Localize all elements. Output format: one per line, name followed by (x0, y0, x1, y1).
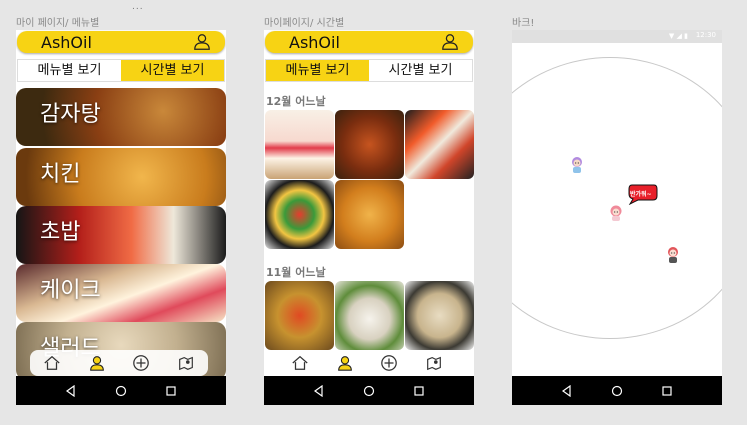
plus-circle-icon[interactable] (380, 354, 398, 372)
avatar-pink[interactable] (608, 204, 624, 222)
tab-by-time[interactable]: 시간별 보기 (369, 60, 472, 81)
frame-label-menu: 마이 페이지/ 메뉴별 (16, 18, 100, 29)
android-nav-bar (16, 376, 226, 405)
recents-square-icon[interactable] (165, 385, 177, 397)
home-icon[interactable] (291, 354, 309, 372)
menu-card-sushi[interactable]: 초밥 (16, 206, 226, 264)
username: AshOil (289, 33, 340, 52)
recents-square-icon[interactable] (413, 385, 425, 397)
android-nav-bar (264, 376, 474, 405)
photo-roast-chicken[interactable] (335, 110, 404, 179)
user-icon[interactable] (193, 33, 211, 51)
photo-strawberry-cake[interactable] (265, 110, 334, 179)
home-circle-icon[interactable] (115, 385, 127, 397)
frame-label-time: 마이페이지/ 시간별 (264, 18, 345, 29)
timeline-section-title: 12월 어느날 (266, 95, 326, 108)
photo-tacos[interactable] (265, 281, 334, 350)
menu-card-chicken[interactable]: 치킨 (16, 148, 226, 206)
status-bar: ▼ ◢ ▮ 12:30 (512, 30, 722, 43)
view-toggle: 메뉴별 보기 시간별 보기 (265, 59, 473, 82)
menu-card-label: 감자탕 (40, 102, 101, 127)
status-time: 12:30 (695, 31, 716, 39)
tab-by-menu[interactable]: 메뉴별 보기 (18, 60, 121, 81)
phone-time-view: AshOil 메뉴별 보기 시간별 보기 12월 어느날 11월 어느날 (264, 30, 474, 405)
overflow-dots: ... (132, 2, 144, 12)
photo-pho[interactable] (335, 281, 404, 350)
tab-by-time[interactable]: 시간별 보기 (121, 60, 224, 81)
home-circle-icon[interactable] (363, 385, 375, 397)
profile-icon[interactable] (336, 354, 354, 372)
park-area[interactable] (512, 57, 722, 339)
photo-pasta[interactable] (405, 281, 474, 350)
back-triangle-icon[interactable] (65, 384, 77, 397)
profile-header: AshOil (265, 31, 473, 53)
frame-label-park: 바크! (512, 18, 535, 29)
username: AshOil (41, 33, 92, 52)
avatar-purple[interactable] (569, 156, 585, 174)
android-nav-bar (512, 376, 722, 405)
profile-header: AshOil (17, 31, 225, 53)
phone-park-view: ▼ ◢ ▮ 12:30 반가워~ (512, 30, 722, 405)
view-toggle: 메뉴별 보기 시간별 보기 (17, 59, 225, 82)
timeline-section-title: 11월 어느날 (266, 266, 326, 279)
map-icon[interactable] (425, 354, 443, 372)
map-icon[interactable] (177, 354, 195, 372)
recents-square-icon[interactable] (661, 385, 673, 397)
menu-card-label: 치킨 (40, 162, 81, 187)
tab-by-menu[interactable]: 메뉴별 보기 (266, 60, 369, 81)
speech-bubble: 반가워~ (626, 183, 658, 206)
plus-circle-icon[interactable] (132, 354, 150, 372)
menu-card-label: 케이크 (40, 278, 101, 303)
menu-card-gamjatang[interactable]: 감자탕 (16, 88, 226, 146)
back-triangle-icon[interactable] (313, 384, 325, 397)
back-triangle-icon[interactable] (561, 384, 573, 397)
photo-salad-bowl[interactable] (265, 180, 334, 249)
status-icons: ▼ ◢ ▮ (668, 32, 688, 40)
speech-text: 반가워~ (630, 191, 652, 198)
bottom-nav (30, 350, 208, 376)
home-icon[interactable] (43, 354, 61, 372)
user-icon[interactable] (441, 33, 459, 51)
menu-card-label: 초밥 (40, 220, 81, 245)
avatar-red[interactable] (665, 246, 681, 264)
menu-card-cake[interactable]: 케이크 (16, 264, 226, 322)
home-circle-icon[interactable] (611, 385, 623, 397)
photo-fried-chicken[interactable] (335, 180, 404, 249)
phone-menu-view: AshOil 메뉴별 보기 시간별 보기 감자탕 치킨 초밥 케이크 샐러드 (16, 30, 226, 405)
photo-sushi[interactable] (405, 110, 474, 179)
profile-icon[interactable] (88, 354, 106, 372)
bottom-nav (278, 350, 456, 376)
